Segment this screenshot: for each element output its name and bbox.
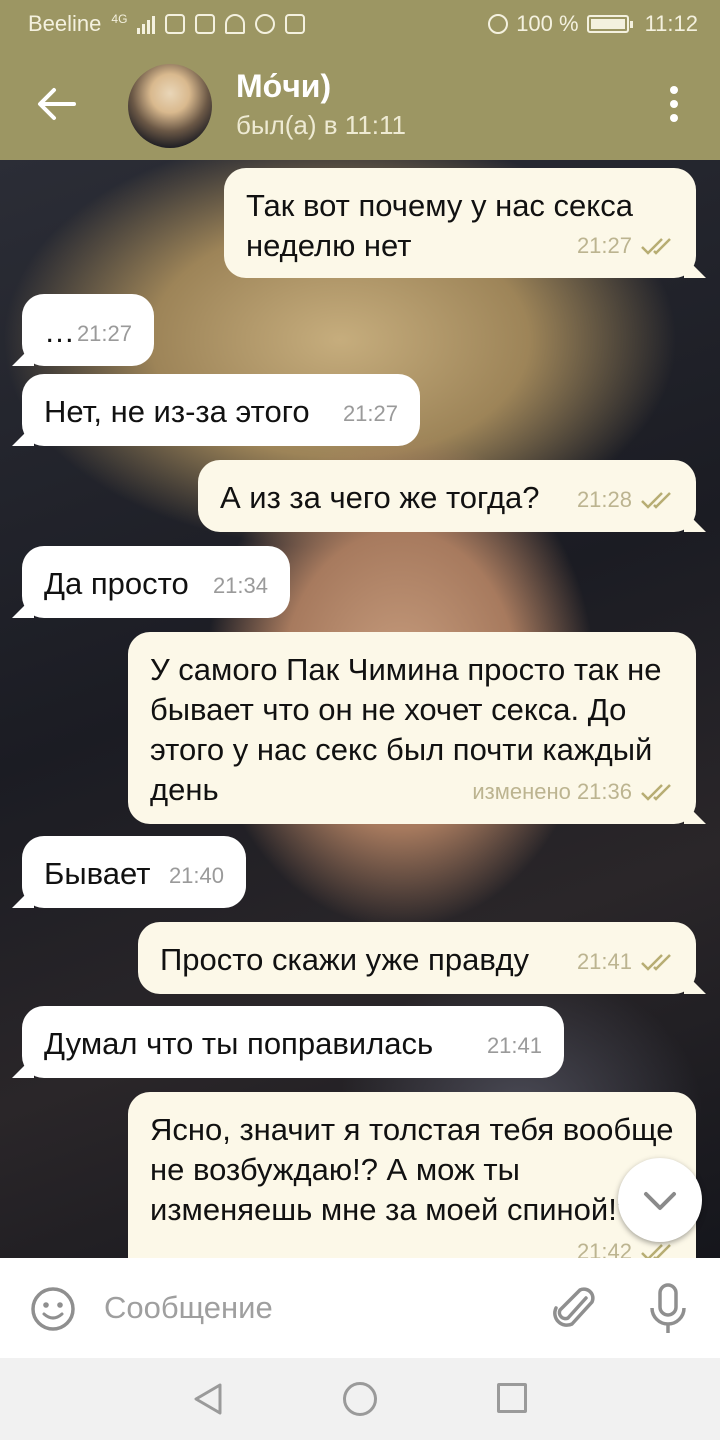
message-text: Думал что ты поправилась (44, 1026, 434, 1061)
message-meta: 21:27 (577, 226, 674, 266)
system-navigation-bar (0, 1358, 720, 1440)
image-notification-icon (195, 14, 216, 34)
double-check-icon (641, 492, 671, 509)
at-notification-icon (255, 14, 276, 34)
nav-home-icon[interactable] (343, 1382, 377, 1416)
last-seen-status: был(а) в 11:11 (236, 110, 406, 140)
message-time: 21:40 (168, 863, 224, 888)
more-menu-icon[interactable] (670, 86, 680, 122)
message-list[interactable]: Так вот почему у нас секса неделю нет 21… (0, 160, 720, 1258)
message-text: Просто скажи уже правду (160, 942, 530, 977)
contact-avatar[interactable] (128, 64, 212, 148)
message-meta: 21:28 (577, 480, 674, 520)
message-time: 21:27 (576, 233, 632, 258)
battery-percent: 100 % (516, 11, 579, 36)
nav-back-icon[interactable] (192, 1382, 224, 1416)
nav-recents-icon[interactable] (497, 1383, 527, 1413)
double-check-icon (641, 238, 671, 255)
clock: 11:12 (644, 11, 698, 36)
message-meta: 21:41 (577, 942, 674, 982)
message-text: Бывает (44, 856, 151, 891)
message-text: Да просто (44, 566, 189, 601)
message-time: 21:41 (486, 1033, 542, 1058)
message-bubble[interactable]: Так вот почему у нас секса неделю нет 21… (224, 168, 696, 278)
umbrella-notification-icon (225, 14, 246, 34)
message-text: А из за чего же тогда? (220, 480, 540, 515)
double-check-icon (641, 954, 671, 971)
message-time: 21:27 (76, 321, 132, 346)
message-time: изменено 21:36 (472, 779, 632, 804)
battery-icon (586, 15, 633, 33)
message-time: 21:27 (342, 401, 398, 426)
message-bubble[interactable]: Просто скажи уже правду 21:41 (138, 922, 696, 994)
message-bubble[interactable]: Ясно, значит я толстая тебя вообще не во… (128, 1092, 696, 1258)
message-bubble[interactable]: Да просто 21:34 (22, 546, 290, 618)
emoji-icon[interactable] (30, 1286, 76, 1332)
message-text: Так вот почему у нас секса неделю нет (246, 188, 633, 263)
double-check-icon (641, 784, 671, 801)
alarm-icon (488, 14, 509, 34)
message-text: Нет, не из-за этого (44, 394, 310, 429)
chevron-down-icon (644, 1192, 676, 1210)
message-bubble[interactable]: … 21:27 (22, 294, 154, 366)
message-time: 21:34 (212, 573, 268, 598)
message-time: 21:28 (576, 487, 632, 512)
search-notification-icon (165, 14, 186, 34)
carrier-label: Beeline (28, 11, 102, 36)
signal-icon (137, 14, 156, 34)
message-meta: изменено 21:36 (472, 772, 674, 812)
scroll-to-bottom-button[interactable] (618, 1158, 702, 1242)
message-time: 21:41 (576, 949, 632, 974)
message-text: … (44, 314, 75, 349)
paperclip-icon[interactable] (552, 1284, 598, 1334)
message-bubble[interactable]: Бывает 21:40 (22, 836, 246, 908)
message-input[interactable] (104, 1286, 524, 1330)
status-bar: Beeline 4G 100 % 11:12 (0, 0, 720, 48)
message-bubble[interactable]: У самого Пак Чимина просто так не бывает… (128, 632, 696, 824)
message-text: Ясно, значит я толстая тебя вообще не во… (150, 1112, 674, 1227)
chat-header: Мо́чи) был(а) в 11:11 (0, 48, 720, 160)
message-bubble[interactable]: А из за чего же тогда? 21:28 (198, 460, 696, 532)
message-bubble[interactable]: Нет, не из-за этого 21:27 (22, 374, 420, 446)
double-check-icon (641, 1244, 671, 1258)
contact-name[interactable]: Мо́чи) (236, 68, 331, 105)
upload-notification-icon (285, 14, 306, 34)
back-arrow-icon[interactable] (36, 86, 76, 122)
message-bubble[interactable]: Думал что ты поправилась 21:41 (22, 1006, 564, 1078)
message-composer (0, 1258, 720, 1358)
network-type: 4G (111, 12, 128, 26)
microphone-icon[interactable] (646, 1282, 690, 1336)
